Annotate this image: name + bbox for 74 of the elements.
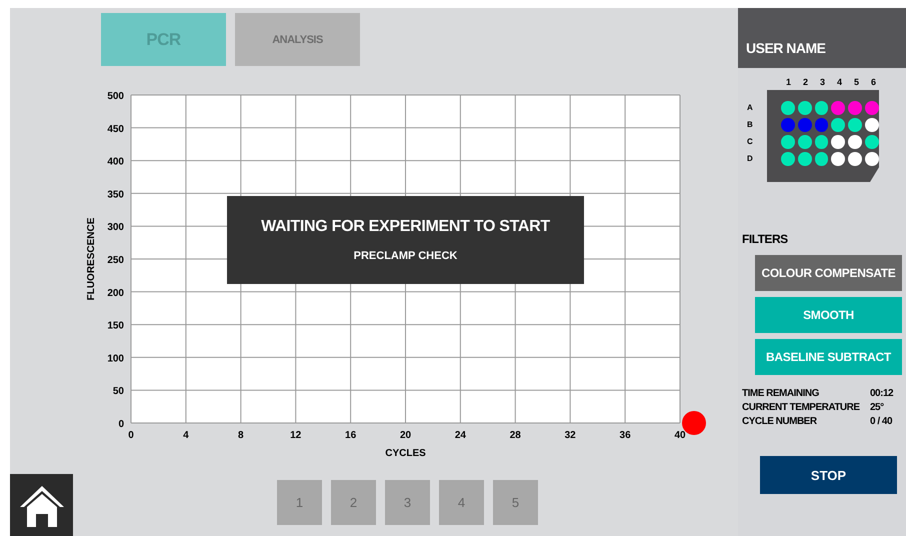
column-label: 1	[784, 77, 792, 87]
tab[interactable]: ANALYSIS	[235, 13, 360, 66]
x-tick-label: 36	[620, 430, 631, 441]
column-label: 6	[870, 77, 877, 87]
x-tick-label: 24	[454, 430, 466, 441]
well[interactable]	[848, 152, 862, 166]
status-value: 25°	[870, 402, 885, 413]
y-tick-label: 200	[107, 288, 124, 299]
row-label: C	[747, 136, 754, 148]
x-tick-label: 32	[564, 430, 576, 441]
status-label: CYCLE NUMBER	[742, 416, 818, 427]
well[interactable]	[831, 152, 846, 166]
well[interactable]	[831, 118, 846, 132]
row-label: B	[747, 119, 754, 131]
column-label: 4	[836, 77, 843, 87]
filter-button[interactable]: BASELINE SUBTRACT	[755, 339, 902, 375]
y-tick-label: 50	[112, 386, 124, 398]
x-tick-label: 16	[345, 430, 356, 441]
column-label: 5	[852, 77, 860, 87]
x-tick-label: 4	[183, 430, 189, 441]
y-tick-label: 400	[107, 156, 124, 168]
page-button[interactable]: 4	[439, 480, 484, 525]
y-axis-label: FLUORESCENCE	[86, 218, 97, 300]
x-tick-label: 8	[238, 430, 244, 441]
well[interactable]	[798, 135, 812, 149]
well[interactable]	[781, 135, 795, 149]
home-icon	[18, 483, 66, 527]
x-tick-label: 12	[290, 430, 302, 441]
well[interactable]	[814, 135, 828, 149]
y-tick-label: 100	[107, 353, 124, 364]
row-label: A	[747, 102, 754, 114]
page-button[interactable]: 2	[331, 480, 376, 525]
user-name: USER NAME	[746, 40, 826, 56]
status-value: 00:12	[870, 388, 894, 399]
well[interactable]	[781, 152, 795, 166]
well[interactable]	[798, 152, 812, 166]
x-tick-label: 40	[674, 430, 686, 441]
well[interactable]	[798, 101, 812, 115]
home-button[interactable]	[10, 474, 73, 536]
overlay-subtitle: PRECLAMP CHECK	[354, 250, 458, 262]
page-button[interactable]: 3	[385, 480, 430, 525]
page-button[interactable]: 1	[277, 480, 322, 525]
well[interactable]	[781, 101, 795, 115]
y-tick-label: 450	[107, 124, 124, 135]
row-label: D	[747, 153, 754, 165]
x-tick-label: 0	[128, 430, 134, 441]
filter-button[interactable]: SMOOTH	[755, 297, 902, 333]
y-tick-label: 250	[107, 255, 124, 266]
y-tick-label: 350	[107, 189, 124, 200]
column-label: 2	[802, 77, 809, 87]
filter-button[interactable]: COLOUR COMPENSATE	[755, 255, 902, 291]
column-label: 3	[818, 77, 826, 87]
y-tick-label: 0	[118, 419, 124, 430]
y-tick-label: 150	[107, 320, 124, 332]
well[interactable]	[865, 152, 879, 166]
status-label: TIME REMAINING	[742, 388, 820, 399]
well[interactable]	[848, 118, 862, 132]
well[interactable]	[865, 135, 879, 149]
well[interactable]	[865, 118, 879, 132]
well[interactable]	[814, 152, 828, 166]
status-value: 0 / 40	[870, 416, 894, 427]
y-tick-label: 500	[107, 91, 124, 102]
x-tick-label: 20	[400, 430, 412, 441]
stop-button[interactable]: STOP	[760, 456, 897, 494]
well[interactable]	[848, 135, 862, 149]
y-tick-label: 300	[107, 222, 124, 234]
filters-title: FILTERS	[742, 232, 789, 246]
well[interactable]	[831, 135, 846, 149]
well[interactable]	[814, 101, 828, 115]
status-label: CURRENT TEMPERATURE	[742, 402, 861, 413]
page-button[interactable]: 5	[493, 480, 538, 525]
overlay-title: WAITING FOR EXPERIMENT TO START	[261, 218, 550, 236]
x-axis-label: CYCLES	[385, 448, 426, 459]
x-tick-label: 28	[510, 430, 521, 441]
